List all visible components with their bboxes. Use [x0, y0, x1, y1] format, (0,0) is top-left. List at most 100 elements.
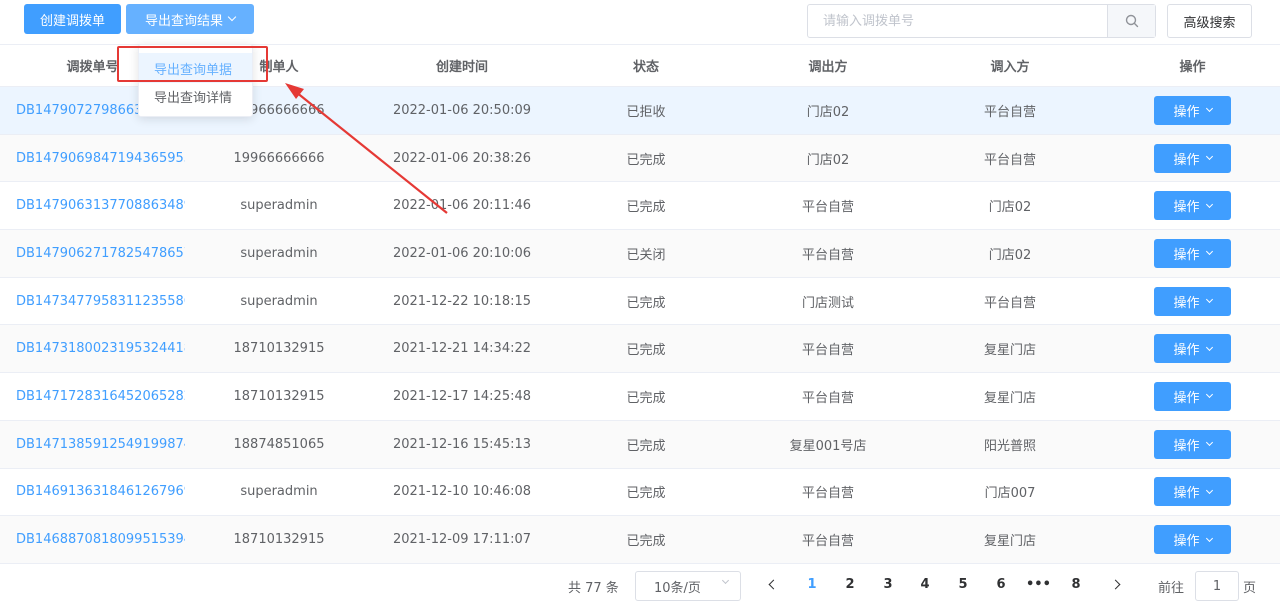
table-row: DB1469136318461267969 superadmin 2021-12-1…: [0, 469, 1280, 517]
from-cell: 平台自营: [801, 390, 854, 406]
to-cell: 平台自营: [983, 295, 1036, 311]
from-cell: 平台自营: [801, 200, 854, 216]
from-cell: 平台自营: [801, 534, 854, 550]
page-1[interactable]: 1: [800, 577, 824, 592]
page-6[interactable]: 6: [989, 577, 1013, 592]
maker-cell: 18874851065: [233, 436, 325, 452]
status-cell: 已关闭: [626, 247, 666, 263]
to-cell: 平台自营: [983, 104, 1036, 120]
page-2[interactable]: 2: [838, 577, 862, 592]
search-icon: [1125, 14, 1138, 28]
created-time-cell: 2021-12-22 10:18:15: [392, 293, 532, 309]
chevron-down-icon: [1205, 152, 1213, 161]
row-actions-button[interactable]: 操作: [1154, 238, 1231, 268]
row-actions-button[interactable]: 操作: [1154, 143, 1231, 173]
row-actions-button[interactable]: 操作: [1154, 286, 1231, 316]
transfer-no-link[interactable]: DB1479069847194365953: [0, 151, 185, 166]
transfer-no-link[interactable]: DB1473477958311235586: [0, 294, 185, 309]
transfer-no-link[interactable]: DB1479063137708863489: [0, 198, 185, 213]
status-cell: 已完成: [626, 390, 666, 406]
from-cell: 门店02: [806, 152, 850, 168]
page-3[interactable]: 3: [876, 577, 900, 592]
transfer-no-link[interactable]: DB1471385912549199874: [0, 437, 185, 452]
to-cell: 门店02: [988, 247, 1032, 263]
row-actions-button[interactable]: 操作: [1154, 477, 1231, 507]
row-actions-button[interactable]: 操作: [1154, 334, 1231, 364]
from-cell: 平台自营: [801, 486, 854, 502]
actions-cell: 操作: [1105, 477, 1280, 507]
actions-cell: 操作: [1105, 286, 1280, 316]
pagination: 共 77 条 10条/页 1 2 3 4 5 6 ••• 8 前往 页: [0, 567, 1280, 605]
status-cell: 已拒收: [626, 104, 666, 120]
header-status: 状态: [632, 60, 659, 75]
actions-cell: 操作: [1105, 334, 1280, 364]
transfer-no-link[interactable]: DB1479062717825478657: [0, 246, 185, 261]
maker-cell: superadmin: [240, 245, 318, 261]
to-cell: 复星门店: [983, 390, 1036, 406]
export-menu-item-details[interactable]: 导出查询详情: [139, 81, 252, 111]
header-from: 调出方: [808, 60, 848, 75]
chevron-down-icon: [1205, 391, 1213, 399]
from-cell: 门店02: [806, 104, 850, 120]
row-actions-label: 操作: [1173, 534, 1200, 550]
maker-cell: 18710132915: [233, 341, 325, 357]
actions-cell: 操作: [1105, 95, 1280, 125]
from-cell: 平台自营: [801, 247, 854, 263]
transfer-no-link[interactable]: DB1469136318461267969: [0, 484, 185, 499]
total-count: 共 77 条: [568, 581, 619, 596]
page-5[interactable]: 5: [951, 577, 975, 592]
row-actions-button[interactable]: 操作: [1154, 191, 1231, 221]
page-ellipsis[interactable]: •••: [1026, 577, 1051, 592]
actions-cell: 操作: [1105, 238, 1280, 268]
row-actions-label: 操作: [1173, 247, 1200, 263]
row-actions-label: 操作: [1173, 486, 1200, 502]
next-page-icon[interactable]: [1110, 579, 1121, 590]
chevron-down-icon: [1205, 296, 1213, 304]
created-time-cell: 2021-12-21 14:34:22: [392, 341, 532, 357]
created-time-cell: 2022-01-06 20:50:09: [392, 102, 532, 118]
table-row: DB1473477958311235586 superadmin 2021-12-2…: [0, 278, 1280, 326]
advanced-search-button[interactable]: 高级搜索: [1167, 4, 1252, 38]
chevron-down-icon: [227, 12, 237, 22]
chevron-down-icon: [1205, 200, 1213, 208]
maker-cell: 18710132915: [233, 388, 325, 404]
search-box: [807, 4, 1156, 38]
prev-page-icon[interactable]: [768, 579, 779, 590]
from-cell: 门店测试: [801, 295, 854, 311]
created-time-cell: 2022-01-06 20:38:26: [392, 150, 532, 166]
created-time-cell: 2022-01-06 20:11:46: [392, 198, 532, 214]
created-time-cell: 2022-01-06 20:10:06: [392, 245, 532, 261]
table-row: DB1473180023195324418 18710132915 2021-12-…: [0, 325, 1280, 374]
create-transfer-button[interactable]: 创建调拨单: [24, 4, 121, 34]
export-results-button[interactable]: 导出查询结果: [126, 4, 254, 34]
to-cell: 门店007: [984, 486, 1036, 502]
status-cell: 已完成: [626, 343, 666, 359]
goto-page-input[interactable]: [1195, 571, 1239, 601]
transfer-no-link[interactable]: DB1468870818099515394: [0, 532, 185, 547]
to-cell: 复星门店: [983, 534, 1036, 550]
page-4[interactable]: 4: [913, 577, 937, 592]
transfer-no-link[interactable]: DB1473180023195324418: [0, 341, 185, 356]
row-actions-button[interactable]: 操作: [1154, 95, 1231, 125]
actions-cell: 操作: [1105, 525, 1280, 555]
search-input[interactable]: [808, 5, 1107, 37]
row-actions-button[interactable]: 操作: [1154, 381, 1231, 411]
chevron-down-icon: [1205, 343, 1213, 351]
row-actions-button[interactable]: 操作: [1154, 429, 1231, 459]
transfer-no-link[interactable]: DB1471728316452065282: [0, 389, 185, 404]
row-actions-label: 操作: [1173, 152, 1200, 168]
page-size-select[interactable]: 10条/页: [635, 571, 741, 601]
maker-cell: 18710132915: [233, 532, 325, 548]
search-button[interactable]: [1107, 5, 1155, 37]
page-8[interactable]: 8: [1064, 577, 1088, 592]
row-actions-label: 操作: [1173, 104, 1200, 120]
page-size-value: 10条/页: [654, 580, 701, 596]
status-cell: 已完成: [626, 438, 666, 454]
row-actions-button[interactable]: 操作: [1154, 525, 1231, 555]
chevron-down-icon: [1205, 486, 1213, 494]
row-actions-label: 操作: [1173, 438, 1200, 454]
table-row: DB1468870818099515394 18710132915 2021-12-…: [0, 516, 1280, 564]
row-actions-label: 操作: [1173, 343, 1200, 359]
to-cell: 平台自营: [983, 152, 1036, 168]
table-row: DB1479069847194365953 19966666666 2022-01-…: [0, 134, 1280, 183]
